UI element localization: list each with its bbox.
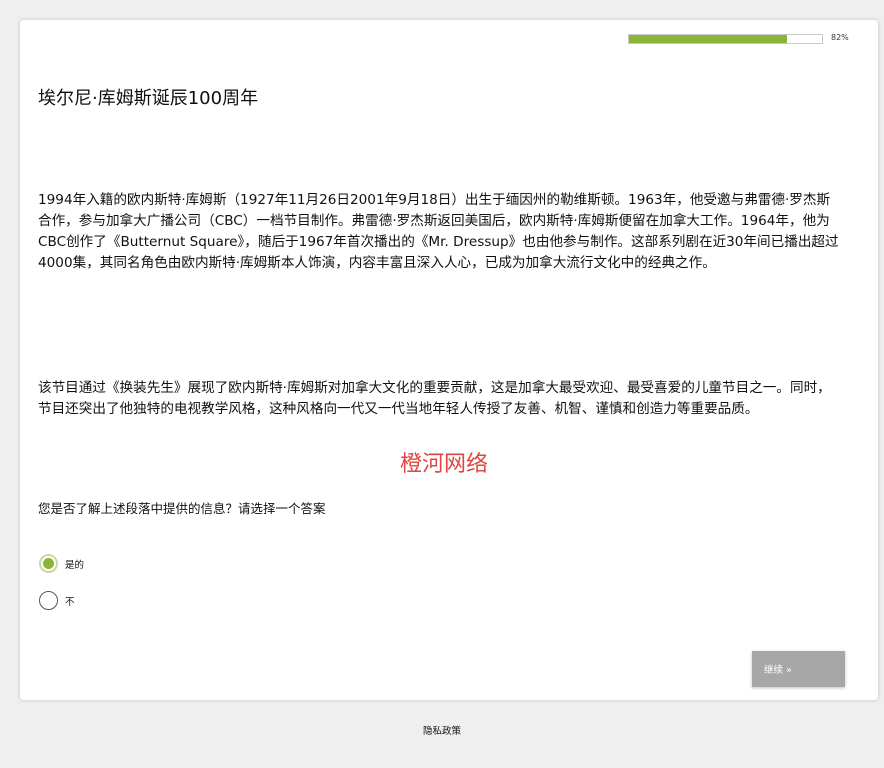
continue-button[interactable]: 继续 » bbox=[752, 651, 845, 687]
article-title: 埃尔尼·库姆斯诞辰100周年 bbox=[38, 88, 259, 109]
progress-bar-fill bbox=[629, 35, 788, 43]
answer-option-yes-label: 是的 bbox=[65, 559, 85, 571]
radio-yes[interactable] bbox=[39, 554, 58, 573]
progress-indicator: 82% bbox=[628, 32, 849, 46]
article-paragraph-2: 该节目通过《换装先生》展现了欧内斯特·库姆斯对加拿大文化的重要贡献，这是加拿大最… bbox=[38, 380, 831, 417]
question-prompt: 您是否了解上述段落中提供的信息？请选择一个答案 bbox=[38, 501, 326, 516]
radio-selected-dot bbox=[43, 558, 54, 569]
survey-card: 82% 埃尔尼·库姆斯诞辰100周年 1994年入籍的欧内斯特·库姆斯（1927… bbox=[20, 20, 878, 700]
answer-option-no[interactable]: 不 bbox=[39, 591, 75, 610]
answer-option-no-label: 不 bbox=[65, 596, 75, 608]
progress-bar bbox=[628, 34, 823, 44]
survey-page: 82% 埃尔尼·库姆斯诞辰100周年 1994年入籍的欧内斯特·库姆斯（1927… bbox=[0, 0, 884, 768]
watermark-text: 橙河网络 bbox=[400, 452, 489, 477]
article-paragraph-1: 1994年入籍的欧内斯特·库姆斯（1927年11月26日2001年9月18日）出… bbox=[38, 192, 839, 271]
progress-percent-label: 82% bbox=[831, 33, 849, 42]
radio-no[interactable] bbox=[39, 591, 58, 610]
privacy-policy-link[interactable]: 隐私政策 bbox=[423, 726, 461, 737]
answer-option-yes[interactable]: 是的 bbox=[39, 554, 84, 573]
